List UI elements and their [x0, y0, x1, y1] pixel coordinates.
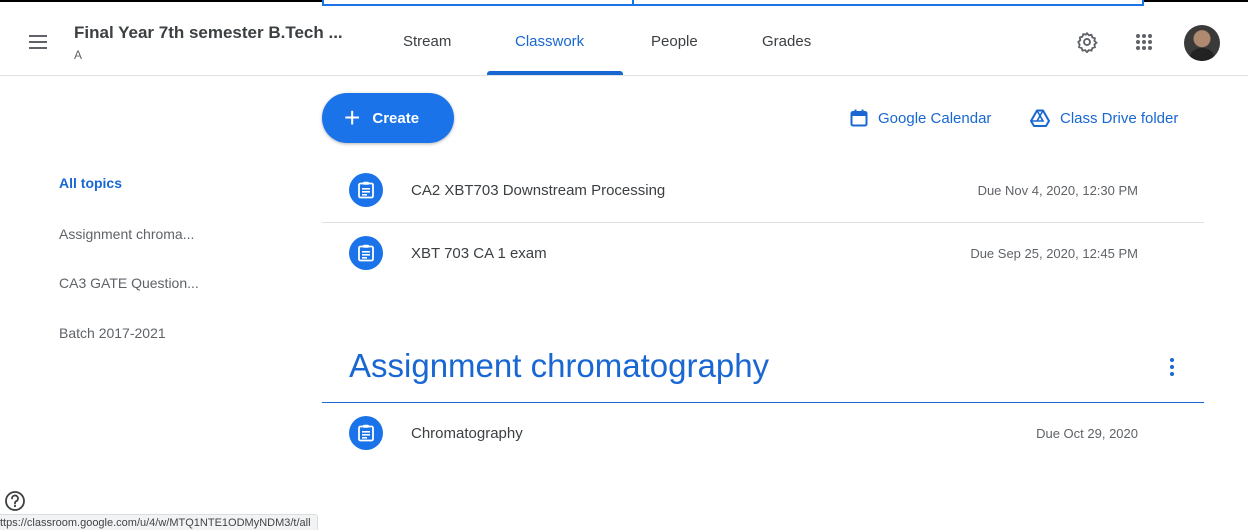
- more-vert-icon: [1170, 358, 1174, 362]
- tab-stream[interactable]: Stream: [403, 33, 451, 50]
- sidebar-item-assignment-chromatography[interactable]: Assignment chroma...: [59, 226, 194, 242]
- menu-icon-bar: [29, 41, 47, 43]
- top-strip-line: [1144, 0, 1248, 2]
- top-strip-divider: [632, 0, 634, 6]
- google-calendar-label: Google Calendar: [878, 109, 992, 127]
- tab-people[interactable]: People: [651, 33, 698, 50]
- classwork-due-date: Due Sep 25, 2020, 12:45 PM: [970, 246, 1138, 261]
- assignment-icon: [358, 244, 374, 262]
- class-title[interactable]: Final Year 7th semester B.Tech ...: [74, 23, 343, 43]
- sidebar-item-batch-2017-2021[interactable]: Batch 2017-2021: [59, 325, 166, 341]
- top-strip-box: [322, 0, 1144, 6]
- classwork-due-date: Due Nov 4, 2020, 12:30 PM: [977, 183, 1138, 198]
- classwork-item[interactable]: XBT 703 CA 1 exam Due Sep 25, 2020, 12:4…: [322, 224, 1204, 284]
- assignment-icon: [358, 424, 374, 442]
- row-divider: [322, 222, 1204, 223]
- drive-icon: [1030, 109, 1050, 127]
- topic-divider: [322, 402, 1204, 403]
- topic-more-options-button[interactable]: [1160, 352, 1184, 382]
- class-section: A: [74, 48, 83, 62]
- top-strip: [0, 0, 1248, 8]
- help-button[interactable]: [4, 490, 26, 512]
- create-button[interactable]: + Create: [322, 93, 454, 143]
- apps-icon: [1136, 34, 1152, 50]
- more-vert-icon-dot: [1170, 372, 1174, 376]
- apps-button[interactable]: [1127, 25, 1161, 59]
- top-strip-line: [0, 0, 322, 2]
- assignment-icon: [358, 181, 374, 199]
- sidebar-item-ca3-gate-question[interactable]: CA3 GATE Question...: [59, 275, 199, 291]
- status-bar-url: ttps://classroom.google.com/u/4/w/MTQ1NT…: [0, 514, 318, 530]
- settings-icon: [1077, 31, 1098, 53]
- create-label: Create: [372, 109, 420, 127]
- tab-grades[interactable]: Grades: [762, 33, 811, 50]
- classwork-title: XBT 703 CA 1 exam: [411, 245, 547, 262]
- more-vert-icon-dot: [1170, 365, 1174, 369]
- plus-icon: +: [344, 102, 361, 133]
- tab-classwork[interactable]: Classwork: [515, 33, 584, 50]
- topic-heading: Assignment chromatography: [349, 347, 770, 384]
- calendar-icon: [850, 109, 868, 127]
- menu-icon-bar: [29, 47, 47, 49]
- classwork-item[interactable]: CA2 XBT703 Downstream Processing Due Nov…: [322, 161, 1204, 221]
- classwork-title: Chromatography: [411, 425, 523, 442]
- class-settings-button[interactable]: [1070, 25, 1104, 59]
- class-drive-folder-label: Class Drive folder: [1060, 109, 1179, 127]
- classwork-item[interactable]: Chromatography Due Oct 29, 2020: [322, 404, 1204, 464]
- classwork-title: CA2 XBT703 Downstream Processing: [411, 182, 666, 199]
- assignment-icon-circle: [349, 416, 383, 450]
- app-header: Final Year 7th semester B.Tech ... A Str…: [0, 8, 1248, 76]
- class-drive-folder-link[interactable]: Class Drive folder: [1030, 109, 1178, 127]
- main-menu-button[interactable]: [26, 30, 52, 54]
- menu-icon: [29, 35, 47, 37]
- active-tab-indicator: [487, 71, 623, 75]
- google-calendar-link[interactable]: Google Calendar: [850, 109, 991, 127]
- help-icon: [5, 491, 25, 511]
- avatar[interactable]: [1184, 25, 1220, 61]
- classwork-due-date: Due Oct 29, 2020: [1036, 426, 1138, 441]
- assignment-icon-circle: [349, 236, 383, 270]
- assignment-icon-circle: [349, 173, 383, 207]
- sidebar-item-all-topics[interactable]: All topics: [59, 175, 122, 191]
